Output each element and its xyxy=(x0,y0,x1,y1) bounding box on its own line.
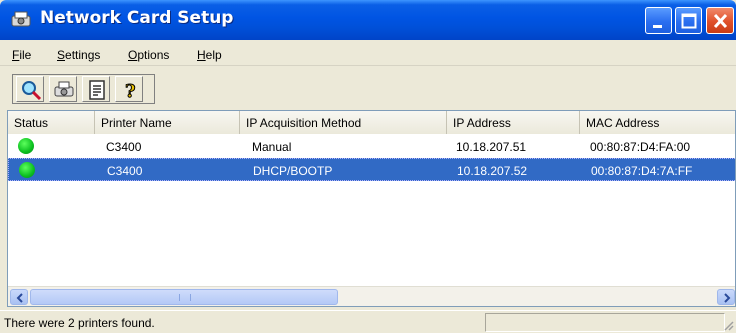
menu-bar: File Settings Options Help xyxy=(0,42,736,66)
printer-list[interactable]: Status Printer Name IP Acquisition Metho… xyxy=(7,110,736,307)
column-header-ip-address[interactable]: IP Address xyxy=(447,111,580,134)
status-bar: There were 2 printers found. xyxy=(0,310,736,333)
toolbar: ? xyxy=(0,67,736,109)
status-online-icon xyxy=(19,162,35,178)
maximize-icon xyxy=(681,13,697,29)
scroll-thumb[interactable] xyxy=(30,289,338,305)
mac-address-cell: 00:80:87:D4:FA:00 xyxy=(590,140,691,154)
minimize-icon xyxy=(653,25,662,28)
column-header-mac-address[interactable]: MAC Address xyxy=(580,111,735,134)
status-text: There were 2 printers found. xyxy=(4,316,155,330)
column-header-ip-method[interactable]: IP Acquisition Method xyxy=(240,111,447,134)
printer-icon xyxy=(54,81,74,97)
menu-options-label: ptions xyxy=(137,48,170,62)
column-header-printer-name[interactable]: Printer Name xyxy=(95,111,240,134)
menu-file-label: ile xyxy=(19,48,32,62)
close-icon xyxy=(713,13,728,29)
printer-name-cell: C3400 xyxy=(107,164,143,178)
search-icon xyxy=(22,81,42,101)
scroll-right-button[interactable] xyxy=(717,289,735,305)
ip-address-cell: 10.18.207.52 xyxy=(457,164,528,178)
thumb-grip xyxy=(179,294,191,301)
search-button[interactable] xyxy=(16,76,44,102)
properties-button[interactable] xyxy=(82,76,110,102)
horizontal-scrollbar[interactable] xyxy=(8,286,735,306)
menu-settings-accel: S xyxy=(57,48,66,62)
list-header: Status Printer Name IP Acquisition Metho… xyxy=(8,111,735,134)
help-button[interactable]: ? xyxy=(115,76,143,102)
network-card-setup-window: Network Card Setup File Settings Options… xyxy=(0,0,736,333)
maximize-button[interactable] xyxy=(675,7,702,34)
window-title: Network Card Setup xyxy=(40,8,234,28)
menu-options[interactable]: Options xyxy=(128,48,169,62)
network-card-icon xyxy=(11,11,31,27)
table-row-selected[interactable]: C3400 DHCP/BOOTP 10.18.207.52 00:80:87:D… xyxy=(8,158,735,181)
menu-settings[interactable]: Settings xyxy=(57,48,100,62)
printer-name-cell: C3400 xyxy=(106,140,142,154)
menu-help[interactable]: Help xyxy=(197,48,222,62)
ip-method-cell: Manual xyxy=(252,140,292,154)
chevron-right-icon xyxy=(724,293,731,303)
status-panel xyxy=(485,313,725,332)
ip-address-cell: 10.18.207.51 xyxy=(456,140,527,154)
ip-method-cell: DHCP/BOOTP xyxy=(253,164,333,178)
svg-text:?: ? xyxy=(125,81,136,101)
menu-help-accel: H xyxy=(197,48,206,62)
menu-options-accel: O xyxy=(128,48,138,62)
menu-help-label: elp xyxy=(205,48,222,62)
table-row[interactable]: C3400 Manual 10.18.207.51 00:80:87:D4:FA… xyxy=(8,135,735,158)
minimize-button[interactable] xyxy=(645,7,672,34)
chevron-left-icon xyxy=(16,293,23,303)
close-button[interactable] xyxy=(706,7,734,34)
properties-icon xyxy=(89,80,105,100)
toolbar-group: ? xyxy=(12,74,155,104)
resize-grip-icon[interactable] xyxy=(722,319,734,331)
help-icon: ? xyxy=(125,81,137,102)
column-header-status[interactable]: Status xyxy=(8,111,95,134)
menu-file[interactable]: File xyxy=(12,48,31,62)
menu-settings-label: ettings xyxy=(65,48,101,62)
printer-button[interactable] xyxy=(49,76,77,102)
scroll-left-button[interactable] xyxy=(10,289,28,305)
status-online-icon xyxy=(18,138,34,154)
mac-address-cell: 00:80:87:D4:7A:FF xyxy=(591,164,693,178)
title-bar[interactable]: Network Card Setup xyxy=(0,0,736,40)
